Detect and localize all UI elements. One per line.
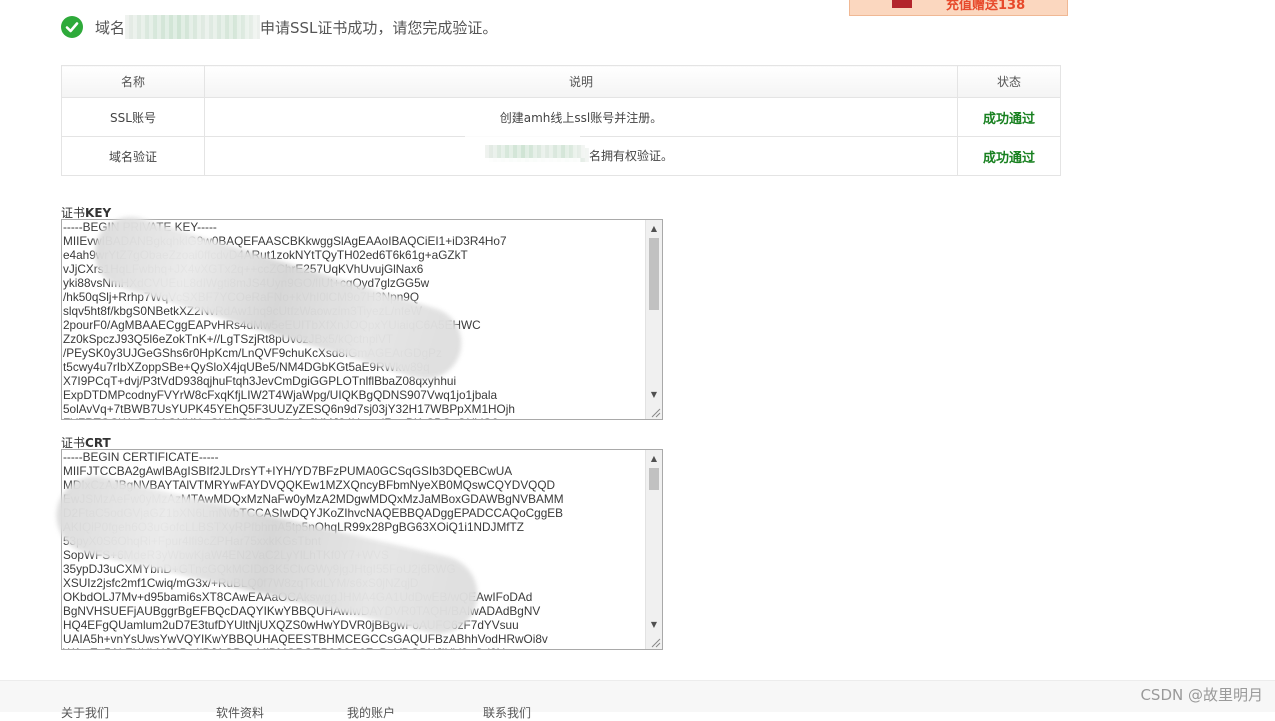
message-suffix: 申请SSL证书成功，请您完成验证。 [260, 18, 498, 37]
cert-key-label-prefix: 证书 [61, 206, 86, 220]
cert-key-scrollbar[interactable]: ▲ ▼ [645, 220, 662, 419]
cert-key-content[interactable]: -----BEGIN PRIVATE KEY----- MIIEvwIBADAN… [62, 220, 645, 419]
cert-crt-textarea[interactable]: -----BEGIN CERTIFICATE----- MIIFJTCCBA2g… [61, 449, 663, 650]
redacted-domain [125, 15, 261, 39]
header-status: 状态 [957, 65, 1061, 98]
row-desc: 创建amh线上ssl账号并注册。 [204, 97, 958, 137]
cert-key-textarea[interactable]: -----BEGIN PRIVATE KEY----- MIIEvwIBADAN… [61, 219, 663, 420]
cert-crt-label-prefix: 证书 [61, 436, 86, 450]
cert-crt-content[interactable]: -----BEGIN CERTIFICATE----- MIIFJTCCBA2g… [62, 450, 645, 649]
watermark: CSDN @故里明月 [1140, 686, 1263, 704]
footer-link-docs[interactable]: 软件资料 [216, 704, 264, 721]
row-desc-suffix: 名拥有权验证。 [588, 148, 673, 163]
cert-crt-scrollbar[interactable]: ▲ ▼ [645, 450, 662, 649]
gift-icon [892, 0, 912, 8]
cert-crt-label-bold: CRT [85, 436, 111, 450]
footer: 关于我们 软件资料 我的账户 联系我们 [0, 680, 1275, 720]
cert-key-label-bold: KEY [85, 206, 112, 220]
row-status: 成功通过 [957, 136, 1061, 176]
row-name: 域名验证 [61, 136, 205, 176]
promo-text: 充值赠送138 [946, 0, 1026, 13]
promo-banner[interactable]: 充值赠送138 [849, 0, 1068, 16]
header-name: 名称 [61, 65, 205, 98]
row-name: SSL账号 [61, 97, 205, 137]
scroll-up-icon[interactable]: ▲ [646, 450, 662, 466]
footer-link-contact[interactable]: 联系我们 [483, 704, 531, 721]
header-desc: 说明 [204, 65, 958, 98]
resize-grip-icon[interactable] [649, 406, 661, 418]
scroll-down-icon[interactable]: ▼ [646, 616, 662, 632]
scroll-thumb[interactable] [649, 468, 659, 490]
resize-grip-icon[interactable] [649, 636, 661, 648]
success-message: 域名 申请SSL证书成功，请您完成验证。 [61, 14, 497, 40]
scroll-thumb[interactable] [649, 238, 659, 310]
check-circle-icon [61, 16, 83, 38]
redacted-domain [485, 145, 585, 158]
scroll-down-icon[interactable]: ▼ [646, 386, 662, 402]
table-header-row: 名称 说明 状态 [61, 65, 1061, 98]
footer-link-about[interactable]: 关于我们 [61, 704, 109, 721]
message-prefix: 域名 [95, 18, 126, 37]
row-status: 成功通过 [957, 97, 1061, 137]
footer-link-account[interactable]: 我的账户 [347, 704, 395, 721]
scroll-up-icon[interactable]: ▲ [646, 220, 662, 236]
